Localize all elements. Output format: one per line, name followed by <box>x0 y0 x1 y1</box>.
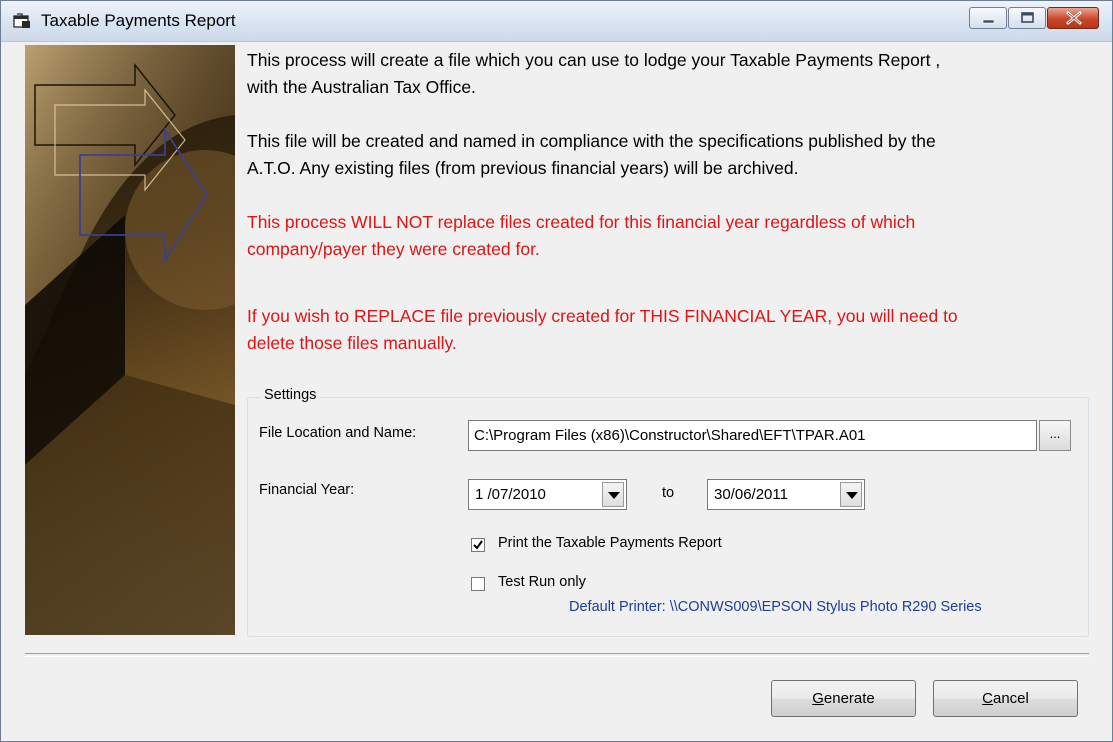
generate-label: enerate <box>823 690 875 707</box>
divider <box>25 653 1089 657</box>
message-line-4: A.T.O. Any existing files (from previous… <box>247 158 799 178</box>
dialog-window: Taxable Payments Report This process wil… <box>0 0 1113 742</box>
app-icon <box>13 13 31 29</box>
to-date-select[interactable]: 30/06/2011 <box>707 479 865 510</box>
file-location-input[interactable]: C:\Program Files (x86)\Constructor\Share… <box>468 420 1037 451</box>
minimize-icon <box>982 19 995 24</box>
financial-year-label: Financial Year: <box>259 482 355 498</box>
message-line-1: This process will create a file which yo… <box>247 50 941 70</box>
cancel-label: ancel <box>992 690 1029 707</box>
close-button[interactable] <box>1047 7 1099 29</box>
warning-line-1: This process WILL NOT replace files crea… <box>247 212 916 232</box>
to-date-dropdown-icon[interactable] <box>840 482 862 507</box>
to-label: to <box>662 485 675 501</box>
test-run-checkbox[interactable] <box>471 577 485 591</box>
default-printer-text: Default Printer: \\CONWS009\EPSON Stylus… <box>569 599 982 615</box>
settings-legend: Settings <box>261 387 320 403</box>
generate-button[interactable]: Generate <box>771 680 916 717</box>
maximize-icon <box>1021 12 1034 23</box>
generate-mnemonic: G <box>812 690 824 707</box>
print-report-label[interactable]: Print the Taxable Payments Report <box>498 535 722 551</box>
warning-line-2: company/payer they were created for. <box>247 239 540 259</box>
to-date-value: 30/06/2011 <box>714 486 788 503</box>
test-run-label[interactable]: Test Run only <box>498 574 586 590</box>
browse-button[interactable]: ... <box>1039 420 1071 451</box>
side-banner-image <box>25 45 235 635</box>
from-date-dropdown-icon[interactable] <box>602 482 624 507</box>
print-report-checkbox[interactable] <box>471 538 485 552</box>
message-line-2: with the Australian Tax Office. <box>247 77 476 97</box>
window-title: Taxable Payments Report <box>41 11 236 30</box>
warning-line-4: delete those files manually. <box>247 333 457 353</box>
checkmark-icon <box>473 540 483 550</box>
cancel-mnemonic: C <box>982 690 993 707</box>
warning-line-3: If you wish to REPLACE file previously c… <box>247 306 958 326</box>
title-bar[interactable]: Taxable Payments Report <box>1 1 1112 42</box>
cancel-button[interactable]: Cancel <box>933 680 1078 717</box>
file-location-label: File Location and Name: <box>259 425 417 441</box>
from-date-select[interactable]: 1 /07/2010 <box>468 479 627 510</box>
close-icon <box>1066 11 1082 25</box>
message-line-3: This file will be created and named in c… <box>247 131 936 151</box>
maximize-button[interactable] <box>1008 7 1046 29</box>
minimize-button[interactable] <box>969 7 1007 29</box>
from-date-value: 1 /07/2010 <box>475 486 546 503</box>
